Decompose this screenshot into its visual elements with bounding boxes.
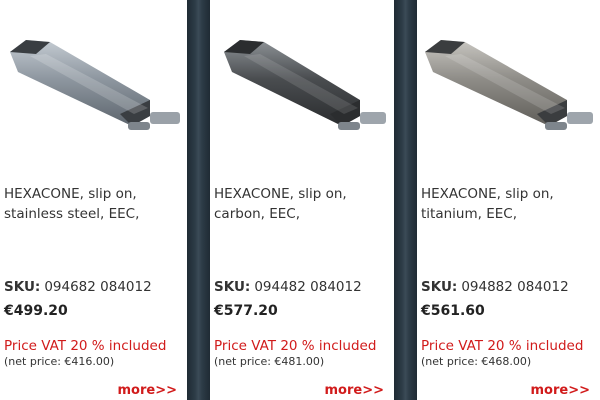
product-image[interactable] [210,24,394,144]
more-link[interactable]: more>> [118,383,178,398]
product-card: HEXACONE, slip on, stainless steel, EEC,… [0,0,187,400]
net-price: (net price: €468.00) [421,355,532,368]
more-link[interactable]: more>> [325,383,385,398]
product-grid: HEXACONE, slip on, stainless steel, EEC,… [0,0,600,400]
product-name: HEXACONE, slip on, stainless steel, EEC, [4,186,140,222]
product-sku: SKU: 094882 084012 [421,279,569,295]
sku-label: SKU: [4,279,41,295]
vat-note: Price VAT 20 % included [421,338,584,354]
vat-note: Price VAT 20 % included [4,338,167,354]
more-link[interactable]: more>> [531,383,591,398]
product-sku: SKU: 094682 084012 [4,279,152,295]
product-image[interactable] [417,24,600,144]
sku-label: SKU: [421,279,458,295]
product-name: HEXACONE, slip on, carbon, EEC, [214,186,347,222]
net-price: (net price: €481.00) [214,355,325,368]
product-card: HEXACONE, slip on, carbon, EEC, SKU: 0944… [210,0,394,400]
product-sku: SKU: 094482 084012 [214,279,362,295]
sku-value: 094882 084012 [461,279,569,295]
silencer-carbon-icon [224,40,386,130]
silencer-stainless-icon [10,40,180,130]
sku-label: SKU: [214,279,251,295]
vat-note: Price VAT 20 % included [214,338,377,354]
product-price: €561.60 [421,303,485,319]
product-card: HEXACONE, slip on, titanium, EEC, SKU: 09… [417,0,600,400]
sku-value: 094682 084012 [44,279,152,295]
column-divider [187,0,210,400]
column-divider [394,0,417,400]
product-price: €577.20 [214,303,278,319]
sku-value: 094482 084012 [254,279,362,295]
silencer-titanium-icon [425,40,593,130]
product-price: €499.20 [4,303,68,319]
net-price: (net price: €416.00) [4,355,115,368]
product-name: HEXACONE, slip on, titanium, EEC, [421,186,554,222]
product-image[interactable] [0,24,187,144]
